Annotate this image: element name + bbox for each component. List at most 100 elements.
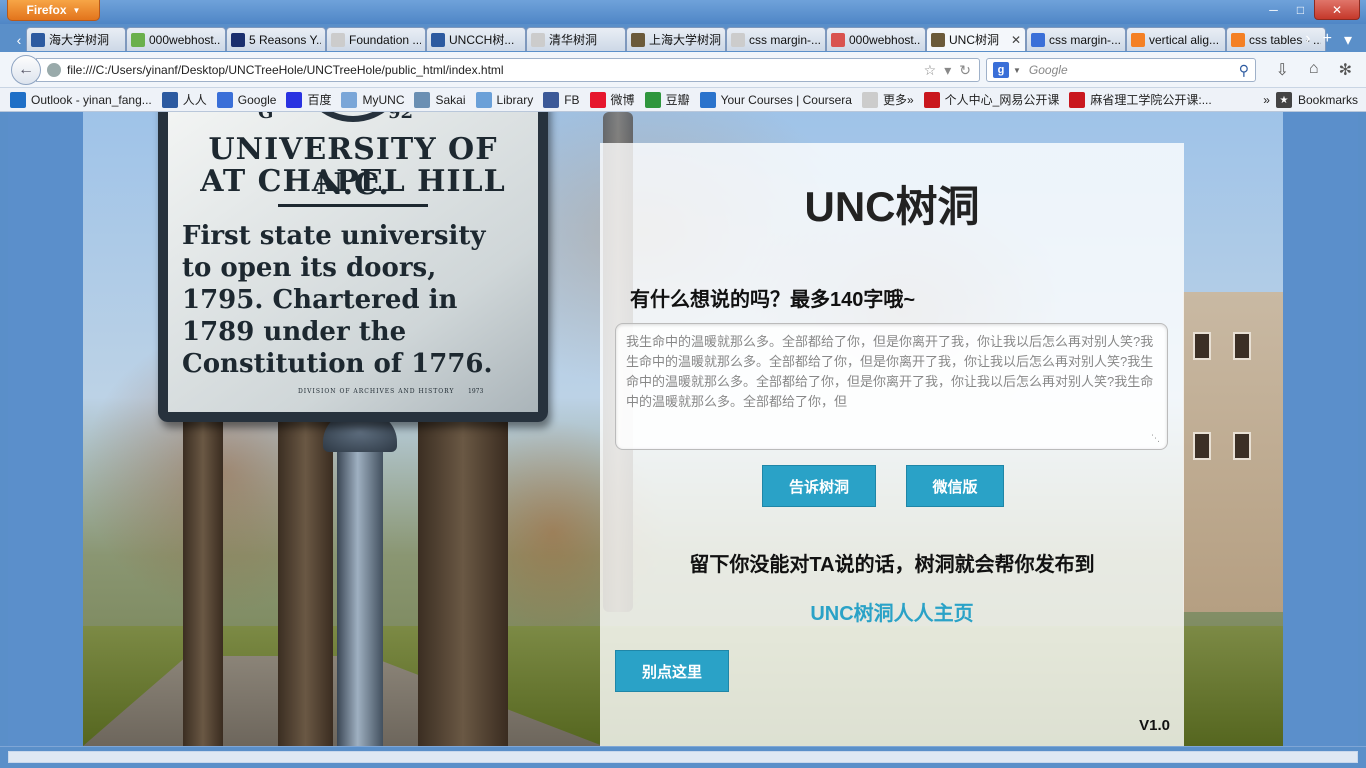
tab-label: css margin-... (1049, 32, 1121, 47)
historical-marker-sign: G 92 UNIVERSITY OF N.C. AT CHAPEL HILL F… (158, 112, 548, 422)
renren-homepage-link[interactable]: UNC树洞人人主页 (600, 597, 1184, 626)
tab-scroll-left-icon[interactable]: ‹ (12, 30, 26, 50)
library-icon (475, 91, 492, 108)
url-text[interactable]: file:///C:/Users/yinanf/Desktop/UNCTreeH… (67, 63, 924, 77)
bookmark-label: 豆瓣 (665, 93, 690, 107)
message-textarea[interactable]: 我生命中的温暖就那么多。全部都给了你，但是你离开了我，你让我以后怎么再对别人笑?… (615, 323, 1168, 450)
tab-1[interactable]: 000webhost... (126, 27, 226, 51)
netease-icon (1069, 91, 1086, 108)
marker-divider (278, 204, 428, 207)
bookmark-item[interactable]: Your Courses | Coursera (699, 91, 852, 108)
photo-icon (631, 32, 645, 47)
bookmark-item[interactable]: 更多» (861, 91, 914, 108)
tab-list: 海大学树洞 000webhost... 5 Reasons Y... Foundati… (26, 27, 1326, 52)
bookmarks-toolbar: Outlook - yinan_fang... 人人 Google 百度 MyUNC Sa… (0, 88, 1366, 112)
maximize-button[interactable]: □ (1287, 0, 1314, 20)
close-tab-icon[interactable]: ✕ (1011, 33, 1021, 47)
close-window-button[interactable]: ✕ (1314, 0, 1360, 20)
bookmark-star-icon[interactable]: ☆ (924, 62, 937, 79)
bookmark-item[interactable]: FB (543, 91, 580, 108)
marker-heading-line2: AT CHAPEL HILL (200, 164, 506, 199)
navigation-bar: file:///C:/Users/yinanf/Desktop/UNCTreeH… (0, 52, 1366, 88)
bookmark-item[interactable]: 微博 (589, 91, 635, 108)
douban-icon (644, 91, 661, 108)
tree-trunk (418, 412, 508, 746)
tree-trunk (183, 392, 223, 746)
blank-page-icon (531, 32, 545, 47)
resize-grip-icon[interactable]: ⋱ (1151, 433, 1161, 443)
dont-click-button[interactable]: 别点这里 (615, 650, 729, 692)
bookmark-item[interactable]: 人人 (161, 91, 207, 108)
f-icon (231, 32, 245, 47)
search-bar[interactable]: g ▼ Google ⚲ (986, 58, 1256, 82)
bookmark-label: Sakai (435, 92, 466, 107)
bookmark-item[interactable]: 百度 (286, 91, 331, 108)
tab-0[interactable]: 海大学树洞 (26, 27, 126, 51)
baidu-icon (286, 91, 303, 108)
addon-icon[interactable]: ✻ (1339, 60, 1352, 80)
tab-4[interactable]: UNCCH树... (426, 27, 526, 51)
home-icon[interactable]: ⌂ (1309, 60, 1319, 80)
tab-2[interactable]: 5 Reasons Y... (226, 27, 326, 51)
url-bar[interactable]: file:///C:/Users/yinanf/Desktop/UNCTreeH… (36, 58, 980, 82)
tab-5[interactable]: 清华树洞 (526, 27, 626, 51)
bookmark-item[interactable]: Sakai (414, 91, 466, 108)
reload-icon[interactable]: ↻ (959, 62, 971, 79)
tab-3[interactable]: Foundation ... (326, 27, 426, 51)
tab-label: UNC树洞 (949, 33, 999, 47)
tab-tools: › + ▾ (1305, 30, 1352, 50)
firefox-menu-button[interactable]: Firefox ▼ (7, 0, 100, 21)
blank-page-icon (861, 91, 878, 108)
renren-icon (431, 32, 445, 47)
bookmark-label: FB (564, 92, 580, 107)
page-title: UNC树洞 (804, 183, 980, 230)
minimize-button[interactable]: ─ (1260, 0, 1287, 20)
wechat-version-button[interactable]: 微信版 (906, 465, 1004, 507)
bookmark-item[interactable]: 豆瓣 (644, 91, 690, 108)
tab-scroll-right-icon[interactable]: › (1305, 30, 1310, 50)
building-window (1193, 332, 1211, 360)
bookmark-item[interactable]: MyUNC (341, 91, 404, 108)
tab-9[interactable]: UNC树洞 ✕ (926, 27, 1026, 51)
back-button[interactable]: ← (11, 55, 41, 85)
downloads-icon[interactable]: ⇩ (1276, 60, 1289, 80)
tell-treehole-button[interactable]: 告诉树洞 (762, 465, 876, 507)
myunc-icon (341, 91, 358, 108)
blank-page-icon (331, 32, 345, 47)
tab-label: 000webhost... (849, 32, 921, 47)
background-building (1183, 292, 1283, 612)
coursera-icon (699, 91, 716, 108)
marker-post (337, 442, 383, 746)
tree-trunk (278, 412, 333, 746)
history-dropdown-icon[interactable]: ▾ (944, 62, 951, 79)
tab-strip: ‹ 海大学树洞 000webhost... 5 Reasons Y... Founda… (0, 26, 1366, 52)
bookmark-item[interactable]: 麻省理工学院公开课:... (1069, 91, 1212, 108)
chevron-down-icon[interactable]: ▼ (1013, 66, 1021, 75)
bookmark-item[interactable]: 个人中心_网易公开课 (923, 91, 1060, 108)
bookmarks-menu-button[interactable]: » ★ Bookmarks (1263, 92, 1358, 108)
new-tab-icon[interactable]: + (1323, 30, 1332, 50)
chevron-down-icon: ▼ (72, 5, 81, 15)
chevron-double-right-icon[interactable]: » (1263, 93, 1270, 107)
tab-8[interactable]: 000webhost... (826, 27, 926, 51)
bookmarks-star-icon: ★ (1275, 92, 1292, 108)
tab-10[interactable]: css margin-... (1026, 27, 1126, 51)
tab-6[interactable]: 上海大学树洞 (626, 27, 726, 51)
bookmark-item[interactable]: Library (475, 91, 533, 108)
stackoverflow-icon (1131, 32, 1145, 47)
bookmark-label: 百度 (307, 93, 332, 107)
google-icon[interactable]: g (993, 62, 1009, 78)
bookmarks-menu-label: Bookmarks (1297, 93, 1358, 107)
search-input[interactable]: Google (1029, 63, 1239, 77)
marker-letter: G (258, 112, 274, 123)
google-icon (1031, 32, 1045, 47)
search-icon[interactable]: ⚲ (1239, 62, 1249, 79)
building-window (1233, 332, 1251, 360)
tab-11[interactable]: vertical alig... (1126, 27, 1226, 51)
bookmark-item[interactable]: Outlook - yinan_fang... (10, 91, 152, 108)
bookmark-item[interactable]: Google (216, 91, 276, 108)
list-all-tabs-icon[interactable]: ▾ (1344, 30, 1352, 50)
tab-7[interactable]: css margin-... (726, 27, 826, 51)
tab-label: 海大学树洞 (49, 33, 110, 47)
bookmark-label: 个人中心_网易公开课 (944, 93, 1060, 107)
